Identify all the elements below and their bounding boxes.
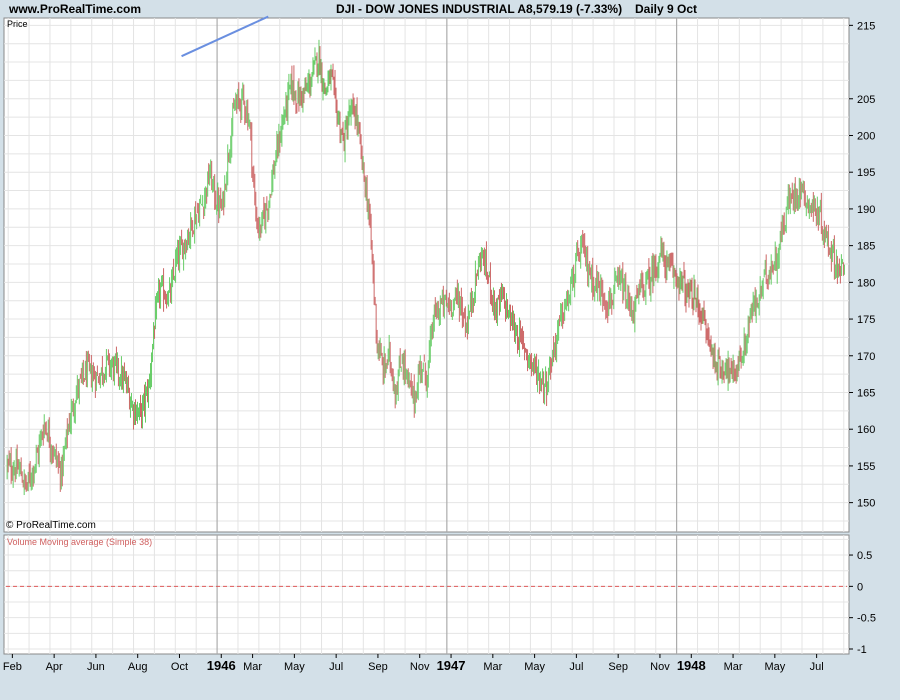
price-tick-label: 170 <box>857 351 875 363</box>
chart-canvas[interactable]: 150 155 160 165 170 175 180 185 190 195 200 205 215 0… <box>0 0 900 700</box>
time-tick-label: May <box>284 661 305 673</box>
price-panel-label: Price <box>7 19 28 29</box>
volume-panel-bg <box>3 534 850 655</box>
time-tick-label: Sep <box>368 661 388 673</box>
time-tick-label: Nov <box>410 661 430 673</box>
time-tick-label: May <box>764 661 785 673</box>
time-tick-label: Nov <box>650 661 670 673</box>
time-tick-label: Mar <box>243 661 262 673</box>
price-tick-label: 195 <box>857 167 875 179</box>
time-tick-label: Apr <box>46 661 63 673</box>
time-tick-label: 1947 <box>437 658 466 673</box>
chart-window: www.ProRealTime.com DJI - DOW JONES INDU… <box>0 0 900 700</box>
price-tick-label: 190 <box>857 204 875 216</box>
price-tick-label: 180 <box>857 277 875 289</box>
price-tick-label: 185 <box>857 241 875 253</box>
price-tick-label: 175 <box>857 314 875 326</box>
price-tick-label: 215 <box>857 20 875 32</box>
price-tick-label: 200 <box>857 130 875 142</box>
time-tick-label: 1946 <box>207 658 236 673</box>
time-tick-label: 1948 <box>677 658 706 673</box>
copyright-text: © ProRealTime.com <box>6 520 96 531</box>
time-tick-label: Jul <box>329 661 343 673</box>
volume-tick-label: -1 <box>857 644 867 656</box>
volume-panel-label: Volume Moving average (Simple 38) <box>7 537 153 547</box>
volume-tick-label: 0.5 <box>857 550 872 562</box>
price-tick-label: 160 <box>857 424 875 436</box>
time-tick-label: Oct <box>171 661 188 673</box>
time-tick-label: Feb <box>3 661 22 673</box>
time-tick-label: May <box>524 661 545 673</box>
time-tick-label: Jun <box>87 661 105 673</box>
time-tick-label: Sep <box>608 661 628 673</box>
time-tick-label: Mar <box>724 661 743 673</box>
time-tick-label: Mar <box>483 661 502 673</box>
price-tick-label: 150 <box>857 498 875 510</box>
price-tick-label: 155 <box>857 461 875 473</box>
price-tick-label: 205 <box>857 94 875 106</box>
time-tick-label: Jul <box>810 661 824 673</box>
volume-tick-label: -0.5 <box>857 613 876 625</box>
price-tick-label: 165 <box>857 387 875 399</box>
time-tick-label: Jul <box>569 661 583 673</box>
volume-tick-label: 0 <box>857 581 863 593</box>
time-tick-label: Aug <box>128 661 148 673</box>
price-panel-bg <box>3 17 850 533</box>
